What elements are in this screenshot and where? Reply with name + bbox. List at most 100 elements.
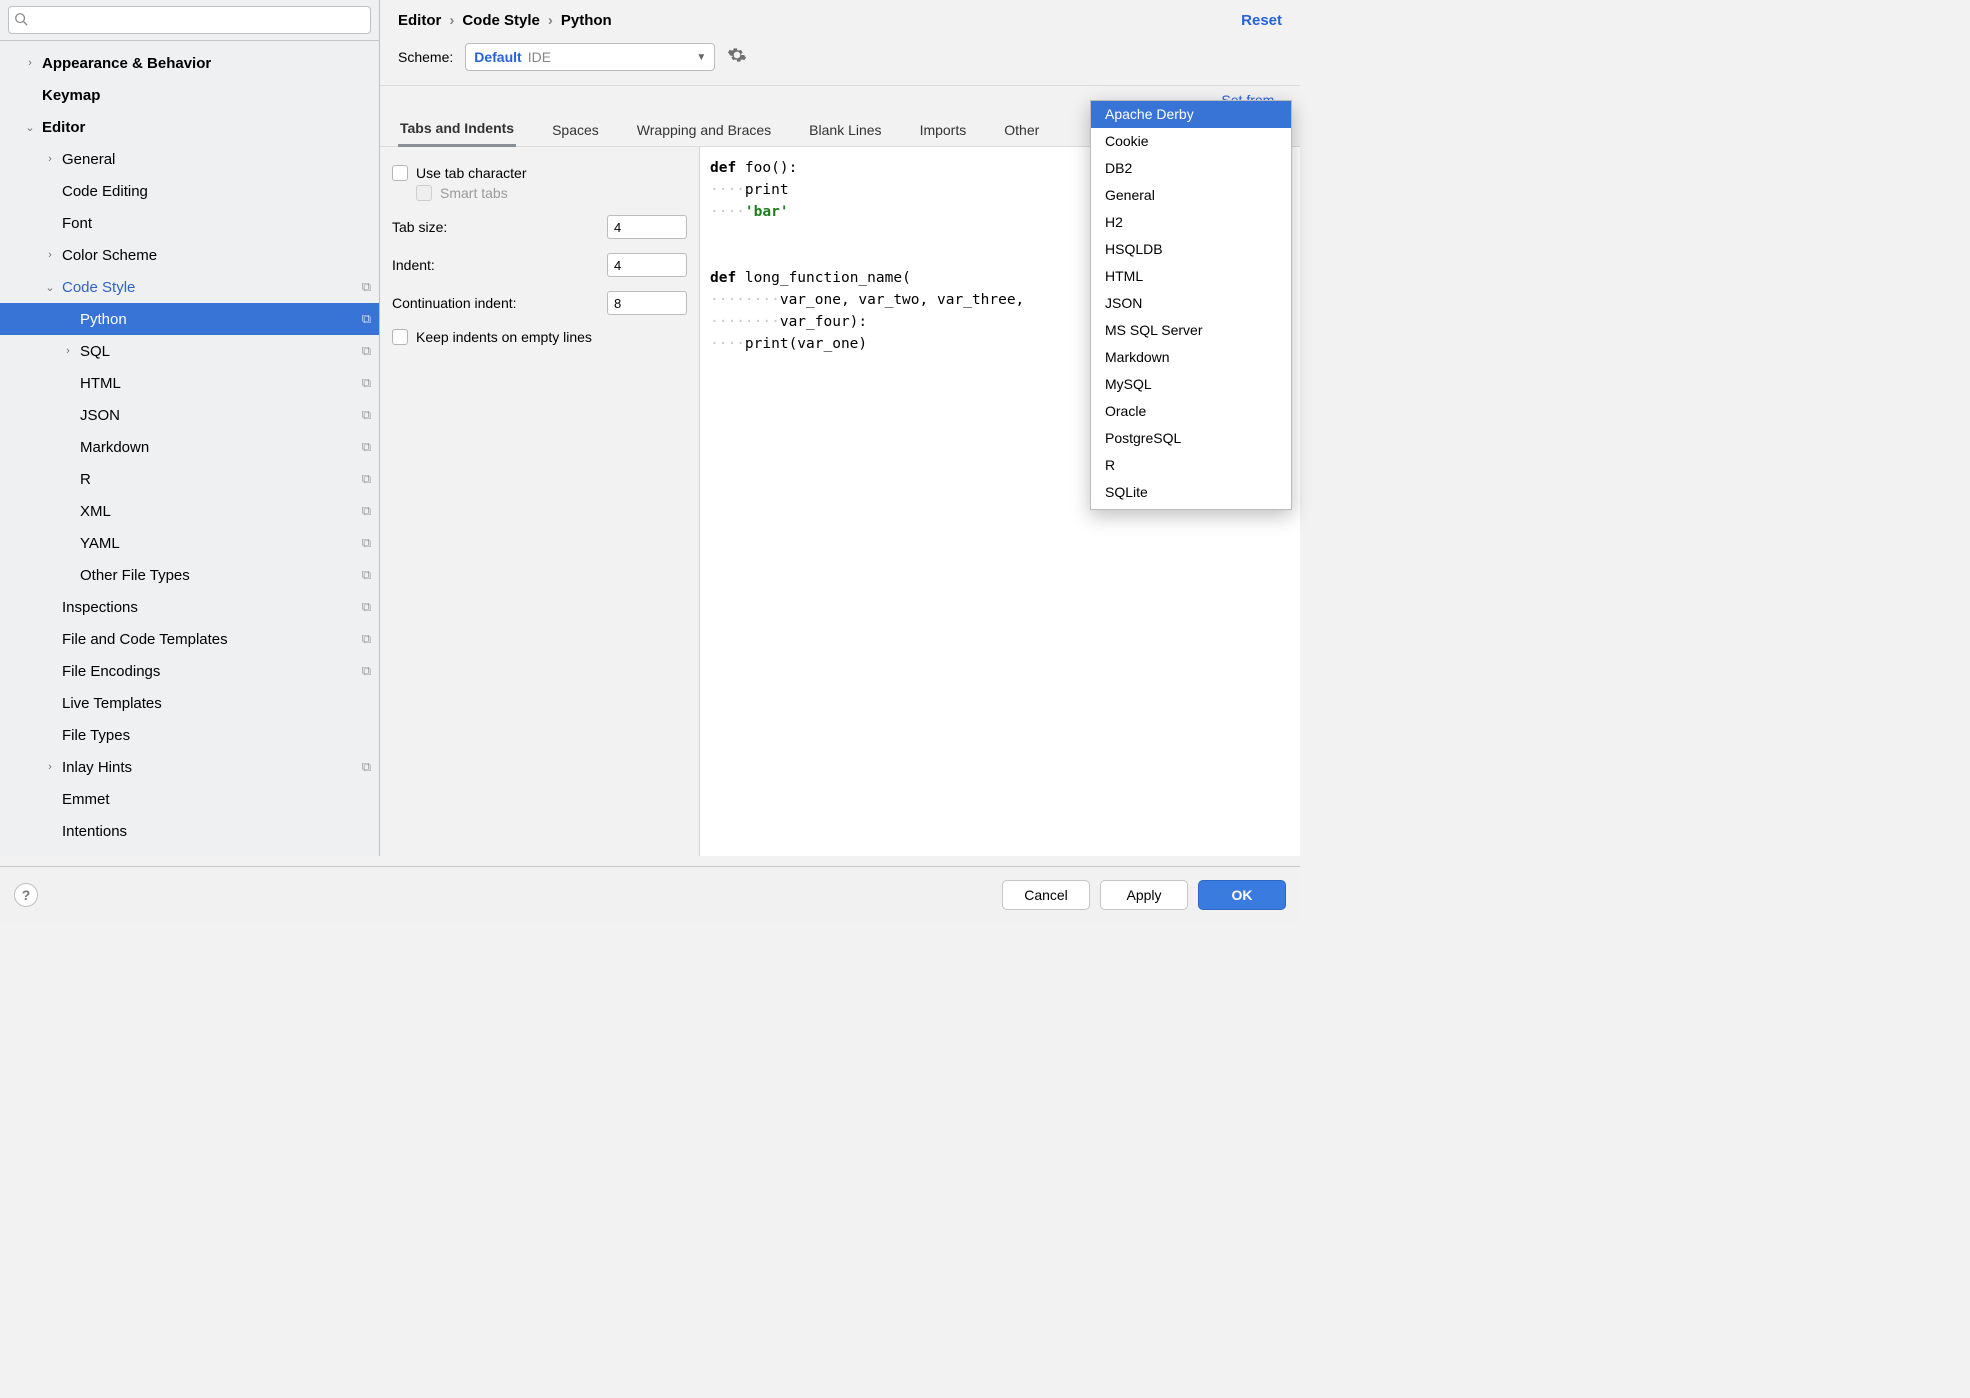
sidebar-item-label: Font: [62, 215, 371, 232]
reset-link[interactable]: Reset: [1241, 12, 1282, 29]
popup-item-ms-sql-server[interactable]: MS SQL Server: [1091, 317, 1291, 344]
sidebar-item-color-scheme[interactable]: ›Color Scheme: [0, 239, 379, 271]
cont-indent-label: Continuation indent:: [392, 295, 517, 311]
indent-input[interactable]: [607, 253, 687, 277]
sidebar-item-label: HTML: [80, 375, 358, 392]
sidebar-item-label: Inspections: [62, 599, 358, 616]
sidebar-item-label: Code Style: [62, 279, 358, 296]
popup-item-cookie[interactable]: Cookie: [1091, 128, 1291, 155]
scope-icon: ⧉: [362, 311, 371, 327]
scope-icon: ⧉: [362, 471, 371, 487]
tab-spaces[interactable]: Spaces: [550, 116, 601, 146]
gear-icon[interactable]: [727, 45, 751, 69]
crumb-2[interactable]: Python: [561, 12, 612, 29]
tree-caret-icon: ›: [24, 57, 36, 69]
sidebar-item-json[interactable]: ›JSON⧉: [0, 399, 379, 431]
sidebar-item-r[interactable]: ›R⧉: [0, 463, 379, 495]
sidebar-item-editor[interactable]: ⌄Editor: [0, 111, 379, 143]
sidebar-item-label: Emmet: [62, 791, 371, 808]
ok-button[interactable]: OK: [1198, 880, 1286, 910]
popup-item-mysql[interactable]: MySQL: [1091, 371, 1291, 398]
sidebar-item-live-templates[interactable]: ›Live Templates: [0, 687, 379, 719]
form-column: Use tab character Smart tabs Tab size: I…: [380, 147, 700, 856]
scope-icon: ⧉: [362, 375, 371, 391]
sidebar-item-html[interactable]: ›HTML⧉: [0, 367, 379, 399]
sidebar-item-inlay-hints[interactable]: ›Inlay Hints⧉: [0, 751, 379, 783]
sidebar-item-keymap[interactable]: ›Keymap: [0, 79, 379, 111]
tab-imports[interactable]: Imports: [918, 116, 969, 146]
sidebar-item-other-file-types[interactable]: ›Other File Types⧉: [0, 559, 379, 591]
scope-icon: ⧉: [362, 631, 371, 647]
scope-icon: ⧉: [362, 535, 371, 551]
use-tab-label: Use tab character: [416, 165, 527, 181]
popup-item-json[interactable]: JSON: [1091, 290, 1291, 317]
sidebar-item-label: Live Templates: [62, 695, 371, 712]
cancel-button[interactable]: Cancel: [1002, 880, 1090, 910]
sidebar-item-markdown[interactable]: ›Markdown⧉: [0, 431, 379, 463]
tab-other[interactable]: Other: [1002, 116, 1041, 146]
search-input[interactable]: [8, 6, 371, 34]
scope-icon: ⧉: [362, 279, 371, 295]
sidebar-item-code-editing[interactable]: ›Code Editing: [0, 175, 379, 207]
popup-item-hsqldb[interactable]: HSQLDB: [1091, 236, 1291, 263]
sidebar-item-python[interactable]: ›Python⧉: [0, 303, 379, 335]
crumb-1[interactable]: Code Style: [462, 12, 540, 29]
tree-caret-icon: ⌄: [24, 121, 36, 134]
sidebar-item-xml[interactable]: ›XML⧉: [0, 495, 379, 527]
sidebar-item-label: SQL: [80, 343, 358, 360]
tab-wrapping-and-braces[interactable]: Wrapping and Braces: [635, 116, 773, 146]
popup-item-html[interactable]: HTML: [1091, 263, 1291, 290]
crumb-0[interactable]: Editor: [398, 12, 441, 29]
scope-icon: ⧉: [362, 567, 371, 583]
tab-size-input[interactable]: [607, 215, 687, 239]
popup-item-db2[interactable]: DB2: [1091, 155, 1291, 182]
crumb-sep: ›: [449, 12, 454, 29]
sidebar-item-intentions[interactable]: ›Intentions: [0, 815, 379, 847]
set-from-popup[interactable]: Apache DerbyCookieDB2GeneralH2HSQLDBHTML…: [1090, 100, 1292, 510]
help-button[interactable]: ?: [14, 883, 38, 907]
cont-indent-input[interactable]: [607, 291, 687, 315]
indent-row: Indent:: [392, 253, 687, 277]
smart-tabs-label: Smart tabs: [440, 185, 508, 201]
settings-sidebar: ›Appearance & Behavior›Keymap⌄Editor›Gen…: [0, 0, 380, 856]
settings-tree: ›Appearance & Behavior›Keymap⌄Editor›Gen…: [0, 41, 379, 856]
sidebar-item-appearance-behavior[interactable]: ›Appearance & Behavior: [0, 47, 379, 79]
sidebar-item-file-types[interactable]: ›File Types: [0, 719, 379, 751]
tab-tabs-and-indents[interactable]: Tabs and Indents: [398, 114, 516, 147]
sidebar-item-label: General: [62, 151, 371, 168]
tab-blank-lines[interactable]: Blank Lines: [807, 116, 883, 146]
tree-caret-icon: ›: [44, 761, 56, 773]
sidebar-item-general[interactable]: ›General: [0, 143, 379, 175]
popup-item-r[interactable]: R: [1091, 452, 1291, 479]
popup-item-oracle[interactable]: Oracle: [1091, 398, 1291, 425]
popup-item-postgresql[interactable]: PostgreSQL: [1091, 425, 1291, 452]
checkbox-icon: [392, 329, 408, 345]
popup-item-sybase[interactable]: Sybase: [1091, 506, 1291, 510]
sidebar-item-file-and-code-templates[interactable]: ›File and Code Templates⧉: [0, 623, 379, 655]
sidebar-item-emmet[interactable]: ›Emmet: [0, 783, 379, 815]
sidebar-item-font[interactable]: ›Font: [0, 207, 379, 239]
sidebar-item-label: Other File Types: [80, 567, 358, 584]
popup-item-general[interactable]: General: [1091, 182, 1291, 209]
popup-item-markdown[interactable]: Markdown: [1091, 344, 1291, 371]
sidebar-item-sql[interactable]: ›SQL⧉: [0, 335, 379, 367]
sidebar-item-file-encodings[interactable]: ›File Encodings⧉: [0, 655, 379, 687]
popup-item-apache-derby[interactable]: Apache Derby: [1091, 101, 1291, 128]
sidebar-item-reader-mode[interactable]: ›Reader Mode⧉: [0, 847, 379, 856]
popup-item-h2[interactable]: H2: [1091, 209, 1291, 236]
scheme-value: Default: [474, 49, 521, 65]
apply-button[interactable]: Apply: [1100, 880, 1188, 910]
sidebar-item-label: Python: [80, 311, 358, 328]
scheme-select[interactable]: Default IDE ▼: [465, 43, 715, 71]
keep-indents-checkbox[interactable]: Keep indents on empty lines: [392, 329, 687, 345]
sidebar-item-inspections[interactable]: ›Inspections⧉: [0, 591, 379, 623]
popup-item-sqlite[interactable]: SQLite: [1091, 479, 1291, 506]
sidebar-item-label: Keymap: [42, 87, 371, 104]
keep-indents-label: Keep indents on empty lines: [416, 329, 592, 345]
tab-size-row: Tab size:: [392, 215, 687, 239]
use-tab-checkbox[interactable]: Use tab character: [392, 165, 687, 181]
sidebar-item-code-style[interactable]: ⌄Code Style⧉: [0, 271, 379, 303]
tree-caret-icon: ›: [62, 345, 74, 357]
sidebar-item-label: Reader Mode: [62, 855, 358, 857]
sidebar-item-yaml[interactable]: ›YAML⧉: [0, 527, 379, 559]
